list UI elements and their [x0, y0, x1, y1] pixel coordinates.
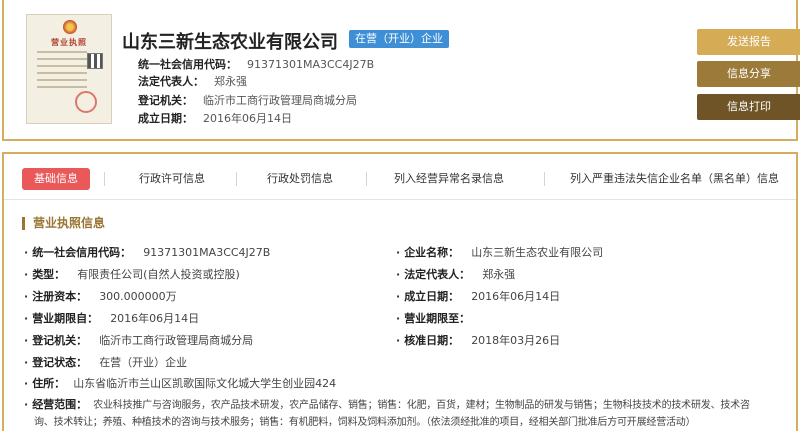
field-type: · 类型： 有限责任公司(自然人投资或控股) — [24, 268, 240, 281]
header-row-label: 成立日期： — [138, 112, 193, 125]
field-value: 有限责任公司(自然人投资或控股) — [77, 268, 240, 281]
official-seal-icon — [75, 91, 97, 113]
status-badge: 在营（开业）企业 — [349, 30, 449, 48]
field-term-to: · 营业期限至： — [396, 312, 471, 325]
field-established: · 成立日期： 2016年06月14日 — [396, 290, 561, 303]
field-term-from: · 营业期限自： 2016年06月14日 — [24, 312, 200, 325]
tab-separator — [366, 172, 367, 186]
header-row-value: 临沂市工商行政管理局商城分局 — [203, 94, 357, 107]
field-label: 住所： — [32, 377, 66, 390]
field-capital: · 注册资本： 300.000000万 — [24, 290, 177, 303]
field-value: 在营（开业）企业 — [99, 356, 188, 369]
tab-separator — [104, 172, 105, 186]
tab-blacklist[interactable]: 列入严重违法失信企业名单（黑名单）信息 — [570, 168, 779, 190]
details-card: 基础信息 行政许可信息 行政处罚信息 列入经营异常名录信息 列入严重违法失信企业… — [2, 152, 798, 431]
field-scope: · 经营范围： 农业科技推广与咨询服务，农产品技术研发，农产品储存、销售；销售：化肥… — [24, 398, 750, 411]
header-row-authority: 登记机关： 临沂市工商行政管理局商城分局 — [138, 92, 357, 108]
send-report-button[interactable]: 发送报告 — [697, 29, 800, 55]
field-label: 类型： — [32, 268, 66, 281]
field-value: 山东省临沂市兰山区凯歌国际文化城大学生创业园424 — [73, 377, 337, 390]
field-label: 企业名称： — [404, 246, 460, 259]
tab-admin-penalty[interactable]: 行政处罚信息 — [267, 168, 333, 190]
tab-admin-license[interactable]: 行政许可信息 — [139, 168, 205, 190]
national-emblem-icon — [63, 20, 77, 34]
qr-code-icon — [87, 53, 103, 69]
field-value-line2: 询、技术转让；养殖、种植技术的咨询与技术服务；销售：有机肥料，饲料及饲料添加剂。… — [34, 417, 696, 428]
tab-bar: 基础信息 行政许可信息 行政处罚信息 列入经营异常名录信息 列入严重违法失信企业… — [4, 154, 796, 200]
field-label: 营业期限自： — [32, 312, 99, 325]
field-label: 经营范围： — [32, 398, 88, 411]
field-reg-status: · 登记状态： 在营（开业）企业 — [24, 356, 188, 369]
header-row-established: 成立日期： 2016年06月14日 — [138, 110, 292, 126]
header-row-label: 登记机关： — [138, 94, 193, 107]
field-label: 法定代表人： — [404, 268, 471, 281]
section-title: 营业执照信息 — [22, 217, 105, 230]
field-label: 登记状态： — [32, 356, 88, 369]
tab-separator — [544, 172, 545, 186]
field-label: 登记机关： — [32, 334, 88, 347]
print-info-button[interactable]: 信息打印 — [697, 94, 800, 120]
field-company-name: · 企业名称： 山东三新生态农业有限公司 — [396, 246, 604, 259]
field-address: · 住所： 山东省临沂市兰山区凯歌国际文化城大学生创业园424 — [24, 377, 337, 390]
field-label: 统一社会信用代码： — [32, 246, 132, 259]
field-label: 成立日期： — [404, 290, 460, 303]
field-credit-code: · 统一社会信用代码： 91371301MA3CC4J27B — [24, 246, 271, 259]
field-value: 300.000000万 — [99, 290, 177, 303]
field-scope-continued: 询、技术转让；养殖、种植技术的咨询与技术服务；销售：有机肥料，饲料及饲料添加剂。… — [34, 413, 696, 428]
company-header-card: 营业执照 山东三新生态农业有限公司 在营（开业）企业 统一社会信用代码： 9137… — [2, 0, 800, 141]
field-value: 2018年03月26日 — [471, 334, 561, 347]
header-row-value: 91371301MA3CC4J27B — [247, 58, 375, 71]
field-value: 临沂市工商行政管理局商城分局 — [99, 334, 254, 347]
tab-abnormal-list[interactable]: 列入经营异常名录信息 — [394, 168, 504, 190]
field-approval-date: · 核准日期： 2018年03月26日 — [396, 334, 561, 347]
field-value: 2016年06月14日 — [471, 290, 561, 303]
company-name-title: 山东三新生态农业有限公司 — [122, 32, 338, 53]
field-value-line1: 农业科技推广与咨询服务，农产品技术研发，农产品储存、销售；销售：化肥，百货，建材… — [93, 400, 750, 411]
field-legal-rep: · 法定代表人： 郑永强 — [396, 268, 516, 281]
field-authority: · 登记机关： 临沂市工商行政管理局商城分局 — [24, 334, 254, 347]
header-row-label: 统一社会信用代码： — [138, 58, 237, 71]
field-value: 2016年06月14日 — [110, 312, 200, 325]
header-row-value: 郑永强 — [214, 75, 247, 88]
field-value: 91371301MA3CC4J27B — [143, 246, 271, 259]
license-text-lines — [37, 51, 87, 93]
header-row-label: 法定代表人： — [138, 75, 204, 88]
header-row-legal-rep: 法定代表人： 郑永强 — [138, 73, 247, 89]
field-value: 郑永强 — [482, 268, 516, 281]
header-row-credit-code: 统一社会信用代码： 91371301MA3CC4J27B — [138, 56, 374, 72]
license-image-title: 营业执照 — [51, 38, 87, 47]
field-value: 山东三新生态农业有限公司 — [471, 246, 604, 259]
share-info-button[interactable]: 信息分享 — [697, 61, 800, 87]
field-label: 核准日期： — [404, 334, 460, 347]
field-label: 注册资本： — [32, 290, 88, 303]
tab-basic-info[interactable]: 基础信息 — [22, 168, 90, 190]
field-label: 营业期限至： — [404, 312, 471, 325]
tab-separator — [236, 172, 237, 186]
business-license-image[interactable]: 营业执照 — [26, 14, 112, 124]
header-row-value: 2016年06月14日 — [203, 112, 292, 125]
